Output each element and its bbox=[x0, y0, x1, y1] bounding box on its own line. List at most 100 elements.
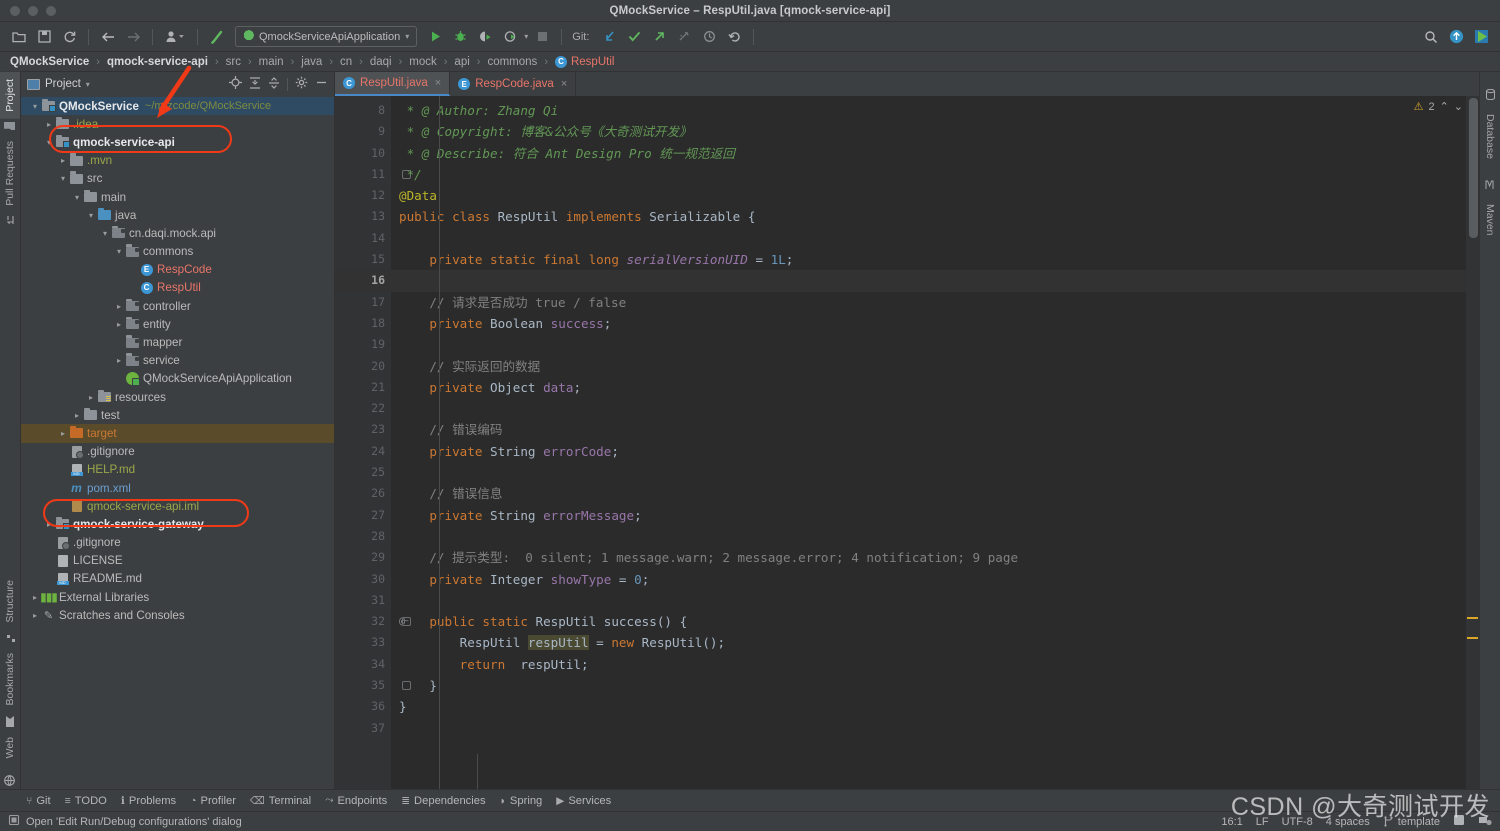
run-coverage-icon[interactable] bbox=[474, 26, 496, 48]
sidebar-item-maven[interactable]: Maven bbox=[1484, 197, 1496, 243]
gutter-line-number[interactable]: 23 bbox=[335, 419, 391, 440]
tree-node-help-md[interactable]: HELP.md bbox=[21, 461, 334, 479]
tree-node-scratches-and-consoles[interactable]: ✎ Scratches and Consoles bbox=[21, 606, 334, 624]
code-line[interactable]: return respUtil; bbox=[391, 654, 1466, 675]
chevron-right-icon[interactable] bbox=[113, 320, 125, 329]
tool-window-bar[interactable]: ⑂ Git ≡ TODO ℹ Problems ◔ Profiler ⌫ Terminal ⤳ End… bbox=[0, 789, 1500, 811]
chevron-right-icon[interactable] bbox=[85, 393, 97, 402]
code-line[interactable] bbox=[391, 718, 1466, 739]
tree-node-service[interactable]: service bbox=[21, 352, 334, 370]
tree-node-qmock-service-gateway[interactable]: qmock-service-gateway bbox=[21, 515, 334, 533]
tree-node-readme-md[interactable]: README.md bbox=[21, 570, 334, 588]
code-line[interactable] bbox=[391, 590, 1466, 611]
tree-node-test[interactable]: test bbox=[21, 406, 334, 424]
search-everywhere-icon[interactable] bbox=[1420, 26, 1442, 48]
gutter-line-number[interactable]: 12 bbox=[335, 185, 391, 206]
tree-node-commons[interactable]: commons bbox=[21, 243, 334, 261]
breadcrumb-item-8[interactable]: api bbox=[452, 56, 471, 68]
code-line[interactable]: * @ Copyright: 博客&公众号《大奇测试开发》 bbox=[391, 121, 1466, 142]
code-line[interactable]: // 请求是否成功 true / false bbox=[391, 292, 1466, 313]
gutter-line-number[interactable]: 11 bbox=[335, 164, 411, 185]
gutter-line-number[interactable]: 35 bbox=[335, 675, 411, 696]
tree-node-qmock-service-api[interactable]: qmock-service-api bbox=[21, 133, 334, 151]
tree-node-src[interactable]: src bbox=[21, 170, 334, 188]
hide-panel-icon[interactable] bbox=[315, 76, 328, 92]
chevron-right-icon[interactable] bbox=[43, 520, 55, 529]
git-update-icon[interactable] bbox=[598, 26, 620, 48]
tree-node-cn-daqi-mock-api[interactable]: cn.daqi.mock.api bbox=[21, 224, 334, 242]
tree-node-respcode[interactable]: E RespCode bbox=[21, 261, 334, 279]
gutter-line-number[interactable]: 18 bbox=[335, 313, 391, 334]
code-line[interactable]: public static RespUtil success() { bbox=[391, 611, 1466, 632]
breadcrumb-item-3[interactable]: main bbox=[257, 56, 286, 68]
gutter-line-number[interactable]: 31 bbox=[335, 590, 391, 611]
editor-code[interactable]: * @ Author: Zhang Qi * @ Copyright: 博客&公… bbox=[391, 96, 1466, 789]
gutter-line-number[interactable]: 19 bbox=[335, 334, 391, 355]
tree-node-qmockserviceapiapplication[interactable]: QMockServiceApiApplication bbox=[21, 370, 334, 388]
gutter-line-number[interactable]: 13 bbox=[335, 206, 391, 227]
notifications-icon[interactable] bbox=[1478, 814, 1492, 829]
expand-all-icon[interactable] bbox=[249, 76, 261, 92]
code-line[interactable] bbox=[391, 334, 1466, 355]
git-history-icon[interactable] bbox=[698, 26, 720, 48]
tree-node-entity[interactable]: entity bbox=[21, 315, 334, 333]
tree-node-resources[interactable]: resources bbox=[21, 388, 334, 406]
code-line[interactable]: } bbox=[391, 675, 1466, 696]
gutter-line-number[interactable]: 27 bbox=[335, 505, 391, 526]
tree-node-java[interactable]: java bbox=[21, 206, 334, 224]
editor-scrollbar[interactable] bbox=[1469, 96, 1478, 789]
code-line[interactable]: private Integer showType = 0; bbox=[391, 569, 1466, 590]
close-icon[interactable]: × bbox=[561, 78, 567, 90]
tree-node-license[interactable]: LICENSE bbox=[21, 552, 334, 570]
git-rollback-icon[interactable] bbox=[723, 26, 745, 48]
tool-window-button-dependencies[interactable]: ≣ Dependencies bbox=[401, 795, 485, 807]
gutter-line-number[interactable]: 34 bbox=[335, 654, 391, 675]
sidebar-item-database[interactable]: Database bbox=[1484, 107, 1496, 166]
memory-indicator-icon[interactable] bbox=[8, 814, 20, 829]
tool-window-button-problems[interactable]: ℹ Problems bbox=[121, 795, 176, 807]
project-tree[interactable]: QMockService ~/mrzcode/QMockService .idea q… bbox=[21, 96, 334, 789]
code-line[interactable] bbox=[391, 228, 1466, 249]
indent-setting[interactable]: 4 spaces bbox=[1326, 816, 1370, 828]
profile-icon[interactable] bbox=[161, 26, 189, 48]
code-line[interactable]: * @ Describe: 符合 Ant Design Pro 统一规范返回 bbox=[391, 143, 1466, 164]
chevron-down-icon[interactable] bbox=[71, 193, 83, 202]
sync-icon[interactable] bbox=[58, 26, 80, 48]
sidebar-item-web[interactable]: Web bbox=[0, 730, 20, 765]
save-all-icon[interactable] bbox=[33, 26, 55, 48]
tree-node-mapper[interactable]: mapper bbox=[21, 333, 334, 351]
code-line[interactable]: private String errorMessage; bbox=[391, 505, 1466, 526]
next-problem-icon[interactable]: ⌄ bbox=[1454, 100, 1463, 113]
tree-node-idea[interactable]: .idea bbox=[21, 115, 334, 133]
gutter-line-number[interactable]: 10 bbox=[335, 143, 391, 164]
code-line[interactable] bbox=[391, 398, 1466, 419]
code-line[interactable]: } bbox=[391, 696, 1466, 717]
tool-window-button-terminal[interactable]: ⌫ Terminal bbox=[250, 795, 311, 807]
gutter-line-number[interactable]: 33 bbox=[335, 632, 391, 653]
settings-gear-icon[interactable] bbox=[295, 76, 308, 92]
chevron-right-icon[interactable] bbox=[43, 120, 55, 129]
code-line[interactable]: // 错误信息 bbox=[391, 483, 1466, 504]
breadcrumb-item-1[interactable]: qmock-service-api bbox=[105, 56, 210, 68]
gutter-line-number[interactable]: 30 bbox=[335, 569, 391, 590]
chevron-down-icon[interactable] bbox=[43, 138, 55, 147]
breadcrumb-item-0[interactable]: QMockService bbox=[8, 56, 91, 68]
breadcrumb-item-9[interactable]: commons bbox=[485, 56, 539, 68]
code-line[interactable] bbox=[391, 462, 1466, 483]
gutter-line-number[interactable]: 21 bbox=[335, 377, 391, 398]
code-line[interactable]: @Data bbox=[391, 185, 1466, 206]
chevron-down-icon[interactable] bbox=[29, 102, 41, 111]
tool-window-button-git[interactable]: ⑂ Git bbox=[26, 795, 51, 807]
sidebar-item-project[interactable]: Project bbox=[0, 72, 20, 119]
stop-icon[interactable] bbox=[531, 26, 553, 48]
code-line[interactable]: public class RespUtil implements Seriali… bbox=[391, 206, 1466, 227]
gutter-line-number[interactable]: 25 bbox=[335, 462, 391, 483]
tree-node-gitignore[interactable]: .gitignore bbox=[21, 443, 334, 461]
sidebar-item-bookmarks[interactable]: Bookmarks bbox=[0, 646, 20, 713]
run-configuration-selector[interactable]: QmockServiceApiApplication ▾ bbox=[235, 26, 418, 47]
locate-file-icon[interactable] bbox=[229, 76, 242, 92]
gutter-line-number[interactable]: 36 bbox=[335, 696, 391, 717]
project-panel-title-group[interactable]: Project ▾ bbox=[27, 78, 90, 90]
code-line[interactable]: private String errorCode; bbox=[391, 441, 1466, 462]
chevron-right-icon[interactable] bbox=[57, 156, 69, 165]
